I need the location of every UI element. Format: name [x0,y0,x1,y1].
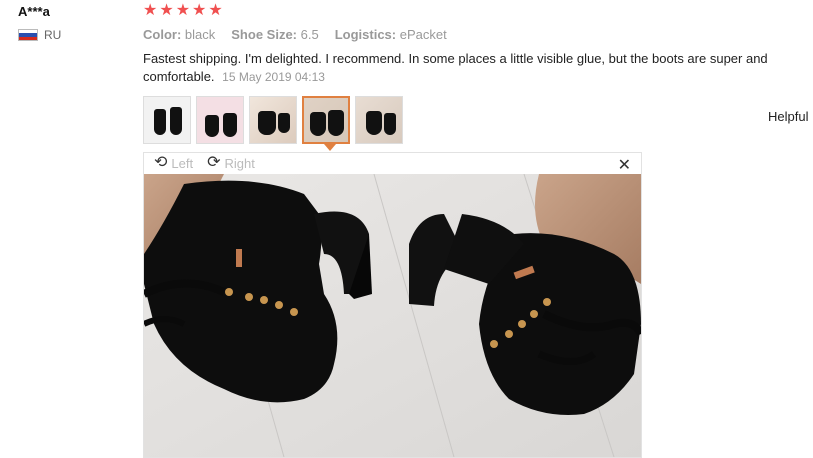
rotate-left-button[interactable]: ⟲ Left [154,155,193,171]
attribute-logistics: Logistics: ePacket [334,27,447,42]
rotate-right-button[interactable]: ⟳ Right [207,155,255,171]
thumbnail-4-active[interactable] [302,96,350,144]
review-date: 15 May 2019 04:13 [222,70,325,84]
rotate-right-icon: ⟳ [207,154,221,171]
thumbnail-3[interactable] [249,96,297,144]
star-icon: ★ [159,2,174,19]
viewer-toolbar: ⟲ Left ⟳ Right [144,153,641,173]
star-icon: ★ [208,2,223,19]
star-icon: ★ [175,2,191,19]
order-attributes: Color: black Shoe Size: 6.5 Logistics: e… [143,27,447,42]
helpful-button[interactable]: Helpful [768,109,813,124]
reviewer-name: A***a [18,4,50,19]
star-icon: ★ [143,2,158,19]
thumbnail-5[interactable] [355,96,403,144]
close-icon[interactable]: ✕ [618,155,631,175]
thumbnail-1[interactable] [143,96,191,144]
attribute-color: Color: black [143,27,216,42]
rotate-left-icon: ⟲ [154,154,168,171]
country-code: RU [44,28,62,42]
photo-thumbnails [143,96,403,144]
attribute-shoe-size: Shoe Size: 6.5 [231,27,319,42]
rotate-left-label: Left [171,155,194,171]
rotate-right-label: Right [224,155,255,171]
photo-viewer: ⟲ Left ⟳ Right ✕ [143,152,642,458]
thumbnail-2[interactable] [196,96,244,144]
review-body: Fastest shipping. I'm delighted. I recom… [143,50,803,86]
reviewer-country: RU [18,28,61,42]
star-icon: ★ [192,2,207,19]
russia-flag-icon [18,29,38,41]
star-rating: ★ ★ ★ ★ ★ [143,2,223,20]
review-photo [144,174,641,457]
active-thumbnail-pointer [324,144,336,151]
